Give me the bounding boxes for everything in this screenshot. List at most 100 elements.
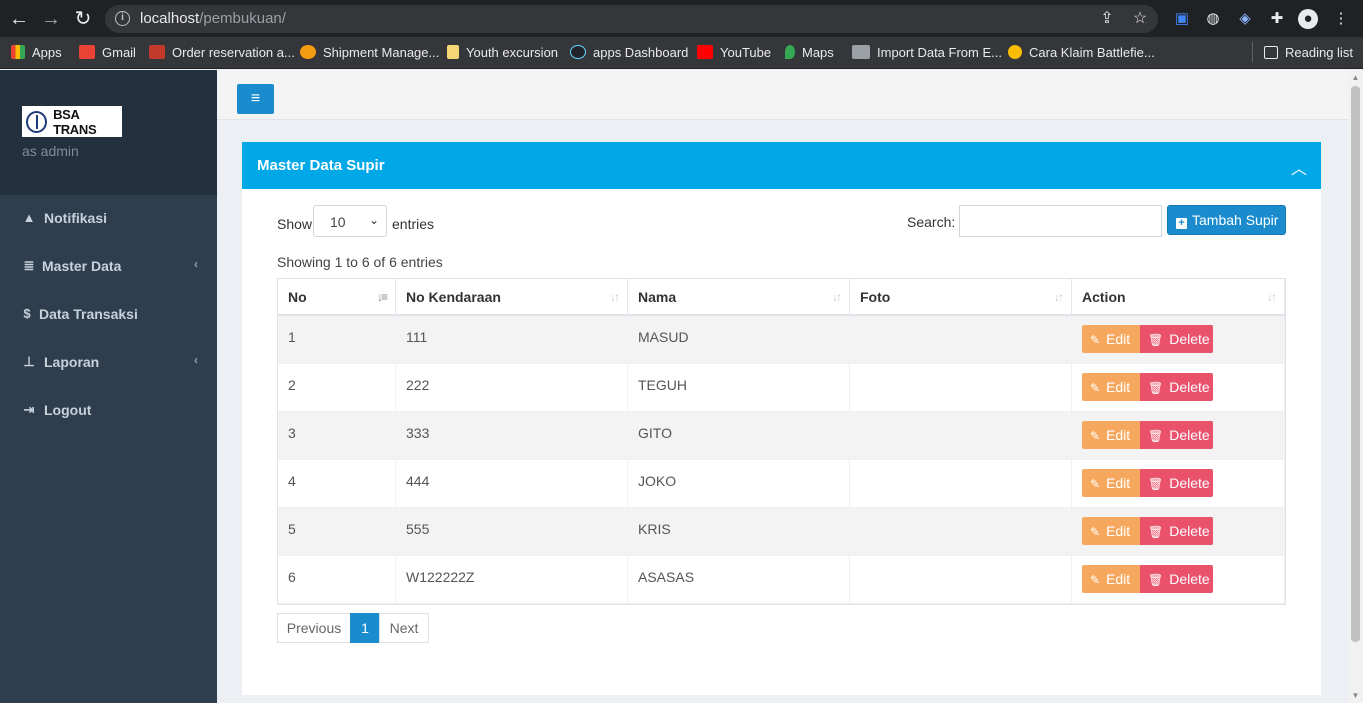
cell-foto	[850, 364, 1072, 412]
column-header-foto[interactable]: Foto ↓↑	[850, 279, 1072, 316]
add-supir-button[interactable]: + Tambah Supir	[1167, 205, 1286, 235]
page-1-button[interactable]: 1	[350, 613, 380, 643]
delete-button[interactable]: 🗑 Delete	[1140, 517, 1213, 545]
sidebar-item-laporan[interactable]: ⊥ Laporan ‹	[0, 339, 217, 387]
browser-toolbar: ← → ↻ i localhost/pembukuan/ ⇪ ☆ ▣ ◍ ◈ ✚…	[0, 0, 1363, 37]
bookmark-shipment[interactable]: Shipment Manage...	[300, 44, 439, 62]
delete-button[interactable]: 🗑 Delete	[1140, 565, 1213, 593]
profile-avatar-icon[interactable]: ●	[1298, 9, 1318, 29]
bookmark-youtube[interactable]: YouTube	[697, 44, 771, 62]
scroll-thumb[interactable]	[1351, 86, 1360, 642]
bookmarks-bar: Apps Gmail Order reservation a... Shipme…	[0, 37, 1363, 69]
add-supir-label: Tambah Supir	[1192, 212, 1279, 228]
extensions-puzzle-icon[interactable]: ✚	[1267, 9, 1287, 29]
entries-select[interactable]: 10 ⌄	[313, 205, 387, 237]
master-data-box: Master Data Supir ︿ Show 10 ⌄ entries Se…	[242, 142, 1321, 695]
delete-label: Delete	[1169, 427, 1210, 443]
sidebar: BSA TRANS as admin ▲ Notifikasi ≣ Master…	[0, 70, 217, 703]
collapse-chevron-up-icon[interactable]: ︿	[1291, 155, 1307, 178]
chevron-left-icon: ‹	[194, 257, 198, 271]
next-page-button[interactable]: Next	[379, 613, 429, 643]
scroll-up-arrow-icon[interactable]: ▲	[1351, 73, 1360, 82]
cell-no: 6	[278, 556, 396, 604]
bookmark-maps[interactable]: Maps	[785, 44, 834, 62]
logo[interactable]: BSA TRANS	[22, 106, 122, 137]
trash-icon: 🗑	[1148, 381, 1164, 395]
youtube-icon	[697, 45, 713, 59]
shield-extension-icon[interactable]: ◈	[1235, 9, 1255, 29]
supir-table: No ↓≡ No Kendaraan ↓↑ Nama ↓↑ Foto ↓↑ Action…	[277, 278, 1286, 605]
table-row: 6 W122222Z ASASAS ✎ Edit 🗑 Delete	[278, 556, 1285, 604]
bookmarks-separator	[1252, 42, 1253, 62]
edit-button[interactable]: ✎ Edit	[1082, 421, 1140, 449]
globe-extension-icon[interactable]: ◍	[1203, 9, 1223, 29]
delete-label: Delete	[1169, 475, 1210, 491]
column-header-no-kendaraan[interactable]: No Kendaraan ↓↑	[396, 279, 628, 316]
table-info: Showing 1 to 6 of 6 entries	[277, 254, 443, 270]
url-text[interactable]: localhost/pembukuan/	[140, 10, 286, 27]
column-header-nama[interactable]: Nama ↓↑	[628, 279, 850, 316]
delete-button[interactable]: 🗑 Delete	[1140, 421, 1213, 449]
sidebar-item-logout[interactable]: ⇥ Logout	[0, 387, 217, 435]
cell-no-kendaraan: W122222Z	[396, 556, 628, 604]
trash-icon: 🗑	[1148, 477, 1164, 491]
reload-icon[interactable]: ↻	[73, 9, 93, 29]
bookmark-apps[interactable]: Apps	[11, 44, 62, 62]
edit-button[interactable]: ✎ Edit	[1082, 469, 1140, 497]
plus-square-icon: +	[1176, 218, 1187, 229]
cell-nama: KRIS	[628, 508, 850, 556]
box-title: Master Data Supir	[257, 157, 385, 174]
cell-action: ✎ Edit 🗑 Delete	[1072, 556, 1285, 604]
previous-page-button[interactable]: Previous	[277, 613, 351, 643]
page-scrollbar[interactable]: ▲ ▼	[1348, 70, 1363, 703]
bookmark-order-reservation[interactable]: Order reservation a...	[149, 44, 295, 62]
reading-list-button[interactable]: Reading list	[1264, 44, 1353, 62]
bookmark-gmail[interactable]: Gmail	[79, 44, 136, 62]
sort-asc-icon: ↓≡	[376, 290, 388, 304]
site-info-icon[interactable]: i	[115, 11, 130, 26]
search-input[interactable]	[959, 205, 1162, 237]
main-content: ≡ Master Data Supir ︿ Show 10 ⌄ entries …	[217, 70, 1348, 703]
column-header-no[interactable]: No ↓≡	[278, 279, 396, 316]
trash-icon: 🗑	[1148, 333, 1164, 347]
bookmark-favicon-icon	[1008, 45, 1022, 59]
cell-no-kendaraan: 222	[396, 364, 628, 412]
sidebar-item-master-data[interactable]: ≣ Master Data ‹	[0, 243, 217, 291]
translate-extension-icon[interactable]: ▣	[1172, 9, 1192, 29]
delete-label: Delete	[1169, 523, 1210, 539]
address-bar[interactable]: i localhost/pembukuan/ ⇪ ☆	[105, 5, 1158, 33]
edit-icon: ✎	[1090, 381, 1101, 395]
sidebar-item-data-transaksi[interactable]: $ Data Transaksi	[0, 291, 217, 339]
sidebar-item-notifikasi[interactable]: ▲ Notifikasi	[0, 195, 217, 243]
delete-button[interactable]: 🗑 Delete	[1140, 469, 1213, 497]
column-header-label: No Kendaraan	[406, 288, 501, 305]
edit-button[interactable]: ✎ Edit	[1082, 565, 1140, 593]
bookmark-import-data[interactable]: Import Data From E...	[852, 44, 1002, 62]
edit-button[interactable]: ✎ Edit	[1082, 325, 1140, 353]
share-icon[interactable]: ⇪	[1098, 10, 1116, 28]
delete-button[interactable]: 🗑 Delete	[1140, 325, 1213, 353]
cell-no-kendaraan: 444	[396, 460, 628, 508]
bookmark-cara-klaim[interactable]: Cara Klaim Battlefie...	[1008, 44, 1155, 62]
back-arrow-icon[interactable]: ←	[9, 9, 29, 29]
bookmark-apps-dashboard[interactable]: apps Dashboard	[570, 44, 688, 62]
forward-arrow-icon[interactable]: →	[41, 9, 61, 29]
cell-nama: JOKO	[628, 460, 850, 508]
next-label: Next	[389, 620, 419, 636]
cell-no: 4	[278, 460, 396, 508]
delete-button[interactable]: 🗑 Delete	[1140, 373, 1213, 401]
edit-icon: ✎	[1090, 477, 1101, 491]
column-header-label: No	[288, 288, 307, 305]
sidebar-toggle-button[interactable]: ≡	[237, 84, 274, 114]
edit-button[interactable]: ✎ Edit	[1082, 373, 1140, 401]
sort-both-icon: ↓↑	[610, 290, 620, 304]
scroll-down-arrow-icon[interactable]: ▼	[1351, 691, 1360, 700]
bookmark-star-icon[interactable]: ☆	[1131, 10, 1149, 28]
sidebar-item-label: Notifikasi	[44, 210, 108, 226]
entries-select-value: 10	[330, 214, 346, 230]
column-header-action[interactable]: Action ↓↑	[1072, 279, 1285, 316]
previous-label: Previous	[286, 620, 342, 636]
bookmark-youth-excursion[interactable]: Youth excursion	[447, 44, 558, 62]
edit-button[interactable]: ✎ Edit	[1082, 517, 1140, 545]
browser-menu-icon[interactable]: ⋮	[1331, 9, 1351, 29]
